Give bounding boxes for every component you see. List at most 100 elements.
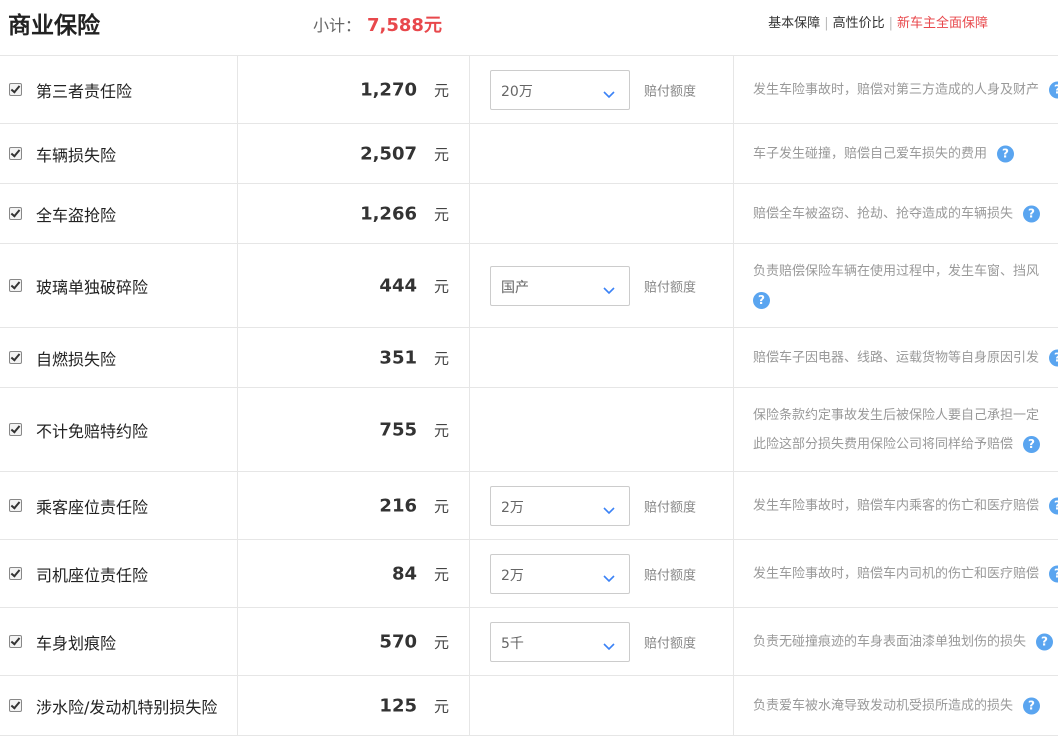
coverage-name: 第三者责任险 [36, 81, 133, 101]
coverage-checkbox[interactable] [9, 350, 22, 364]
coverage-name: 自燃损失险 [36, 349, 117, 369]
coverage-name-cell: 自燃损失险 [0, 328, 238, 387]
coverage-limit-label: 赔付额度 [644, 280, 697, 295]
coverage-checkbox[interactable] [9, 698, 22, 712]
coverage-price-cell: 1,270 元 [238, 56, 470, 123]
coverage-price: 125 [379, 695, 417, 716]
coverage-limit-label: 赔付额度 [644, 84, 697, 99]
insurance-row: 自燃损失险 351 元 赔偿车子因电器、线路、运载货物等自身原因引发? [0, 328, 1058, 388]
coverage-checkbox[interactable] [9, 634, 22, 648]
coverage-description: 负责无碰撞痕迹的车身表面油漆单独划伤的损失 [753, 634, 1027, 649]
coverage-option-cell: 5千 赔付额度 [470, 608, 734, 675]
insurance-row: 涉水险/发动机特别损失险 125 元 负责爱车被水淹导致发动机受损所造成的损失? [0, 676, 1058, 736]
coverage-checkbox[interactable] [9, 82, 22, 96]
coverage-amount-select[interactable]: 2万 [490, 485, 630, 526]
coverage-option-cell [470, 328, 734, 387]
help-icon[interactable]: ? [1023, 435, 1041, 453]
coverage-option-cell [470, 124, 734, 183]
currency-unit: 元 [433, 633, 449, 651]
coverage-name: 车辆损失险 [36, 145, 117, 165]
currency-unit: 元 [433, 81, 449, 99]
coverage-price-cell: 351 元 [238, 328, 470, 387]
coverage-name: 车身划痕险 [36, 633, 117, 653]
coverage-name-cell: 第三者责任险 [0, 56, 238, 123]
coverage-price-cell: 125 元 [238, 676, 470, 735]
coverage-name: 不计免赔特约险 [36, 421, 149, 441]
coverage-description: 发生车险事故时，赔偿车内乘客的伤亡和医疗赔偿 [753, 498, 1040, 513]
chevron-down-icon [603, 568, 615, 582]
insurance-table: 第三者责任险 1,270 元 20万 赔付额度 发生车险事故时，赔偿对第三方造成… [0, 56, 1058, 736]
help-icon[interactable]: ? [1049, 497, 1058, 514]
insurance-row: 玻璃单独破碎险 444 元 国产 赔付额度 负责赔偿保险车辆在使用过程中，发生车… [0, 244, 1058, 328]
help-icon[interactable]: ? [1023, 697, 1041, 714]
currency-unit: 元 [433, 145, 449, 163]
coverage-price: 1,266 [360, 203, 417, 224]
coverage-amount-value: 20万 [501, 83, 533, 100]
help-icon[interactable]: ? [1023, 205, 1041, 222]
coverage-description-cell: 赔偿车子因电器、线路、运载货物等自身原因引发? [734, 328, 1058, 387]
coverage-amount-select[interactable]: 20万 [490, 69, 630, 110]
coverage-name-cell: 乘客座位责任险 [0, 472, 238, 539]
insurance-row: 全车盗抢险 1,266 元 赔偿全车被盗窃、抢劫、抢夺造成的车辆损失? [0, 184, 1058, 244]
coverage-name-cell: 车身划痕险 [0, 608, 238, 675]
coverage-price-cell: 755 元 [238, 388, 470, 471]
coverage-checkbox[interactable] [9, 278, 22, 292]
currency-unit: 元 [433, 277, 449, 295]
coverage-name-cell: 涉水险/发动机特别损失险 [0, 676, 238, 735]
coverage-name-cell: 全车盗抢险 [0, 184, 238, 243]
currency-unit: 元 [433, 497, 449, 515]
currency-unit: 元 [433, 205, 449, 223]
help-icon[interactable]: ? [1036, 633, 1054, 650]
tab-divider: | [888, 16, 893, 31]
coverage-description-cell: 赔偿全车被盗窃、抢劫、抢夺造成的车辆损失? [734, 184, 1058, 243]
coverage-description-line2: 此险这部分损失费用保险公司将同样给予赔偿 [753, 436, 1014, 452]
coverage-price: 2,507 [360, 143, 417, 164]
coverage-price-cell: 444 元 [238, 244, 470, 327]
coverage-checkbox[interactable] [9, 422, 22, 436]
subtotal: 小计： 7,588元 [313, 11, 442, 37]
coverage-option-cell [470, 676, 734, 735]
chevron-down-icon [603, 84, 615, 98]
help-icon[interactable]: ? [997, 145, 1015, 162]
insurance-row: 车身划痕险 570 元 5千 赔付额度 负责无碰撞痕迹的车身表面油漆单独划伤的损… [0, 608, 1058, 676]
coverage-amount-select[interactable]: 国产 [490, 265, 630, 306]
coverage-amount-value: 国产 [501, 279, 529, 296]
coverage-price: 351 [379, 347, 417, 368]
coverage-name: 乘客座位责任险 [36, 497, 149, 517]
coverage-limit-label: 赔付额度 [644, 568, 697, 583]
coverage-description: 车子发生碰撞，赔偿自己爱车损失的费用 [753, 146, 988, 161]
help-icon[interactable]: ? [753, 291, 770, 309]
coverage-amount-select[interactable]: 5千 [490, 621, 630, 662]
tab-value[interactable]: 高性价比 [833, 16, 885, 31]
coverage-checkbox[interactable] [9, 146, 22, 160]
plan-tabs: 基本保障 | 高性价比 | 新车主全面保障 [768, 12, 988, 31]
coverage-amount-value: 5千 [501, 635, 524, 652]
coverage-description-cell: 负责爱车被水淹导致发动机受损所造成的损失? [734, 676, 1058, 735]
coverage-description-cell: 负责赔偿保险车辆在使用过程中，发生车窗、挡风? [734, 244, 1058, 327]
coverage-description: 负责赔偿保险车辆在使用过程中，发生车窗、挡风 [753, 263, 1040, 279]
coverage-price-cell: 1,266 元 [238, 184, 470, 243]
coverage-price: 570 [379, 631, 417, 652]
coverage-amount-select[interactable]: 2万 [490, 553, 630, 594]
coverage-option-cell [470, 388, 734, 471]
coverage-checkbox[interactable] [9, 566, 22, 580]
coverage-checkbox[interactable] [9, 498, 22, 512]
page-header: 商业保险 小计： 7,588元 基本保障 | 高性价比 | 新车主全面保障 [0, 0, 1058, 56]
tab-new-owner[interactable]: 新车主全面保障 [897, 16, 988, 31]
coverage-description: 赔偿全车被盗窃、抢劫、抢夺造成的车辆损失 [753, 206, 1014, 221]
coverage-description-cell: 车子发生碰撞，赔偿自己爱车损失的费用? [734, 124, 1058, 183]
tab-basic[interactable]: 基本保障 [768, 16, 820, 31]
help-icon[interactable]: ? [1049, 565, 1058, 582]
coverage-checkbox[interactable] [9, 206, 22, 220]
coverage-price-cell: 570 元 [238, 608, 470, 675]
chevron-down-icon [603, 500, 615, 514]
coverage-name: 涉水险/发动机特别损失险 [36, 697, 218, 717]
help-icon[interactable]: ? [1049, 349, 1058, 366]
coverage-description: 保险条款约定事故发生后被保险人要自己承担一定 [753, 407, 1040, 423]
coverage-name-cell: 车辆损失险 [0, 124, 238, 183]
coverage-option-cell: 国产 赔付额度 [470, 244, 734, 327]
help-icon[interactable]: ? [1049, 81, 1058, 98]
currency-unit: 元 [433, 697, 449, 715]
coverage-limit-label: 赔付额度 [644, 500, 697, 515]
coverage-description: 赔偿车子因电器、线路、运载货物等自身原因引发 [753, 350, 1040, 365]
